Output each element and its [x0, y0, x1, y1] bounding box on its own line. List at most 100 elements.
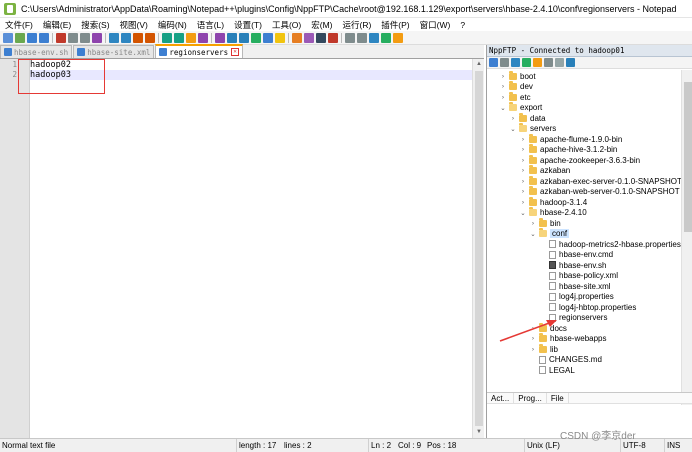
collapsed-chevron-icon[interactable]: ›	[509, 115, 517, 122]
tree-item-hbase-env-sh[interactable]: hbase-env.sh	[539, 260, 606, 271]
tree-item-apache-flume-1-9-0-bin[interactable]: › apache-flume-1.9.0-bin	[519, 133, 622, 145]
toolbar-button-icon[interactable]	[357, 32, 367, 43]
collapsed-chevron-icon[interactable]: ›	[529, 346, 537, 353]
tab-hbase-site-xml[interactable]: hbase-site.xml	[73, 45, 155, 58]
tree-item-hbase-env-cmd[interactable]: hbase-env.cmd	[539, 250, 613, 261]
collapsed-chevron-icon[interactable]: ›	[519, 188, 527, 195]
scrollbar-thumb[interactable]	[475, 71, 483, 426]
collapsed-chevron-icon[interactable]: ›	[499, 94, 507, 101]
tree-item-log4j-hbtop-properties[interactable]: log4j-hbtop.properties	[539, 302, 636, 313]
tree-item-log4j-properties[interactable]: log4j.properties	[539, 292, 614, 303]
menu-item-9[interactable]: 运行(R)	[337, 19, 376, 31]
tree-item-dev[interactable]: › dev	[499, 81, 533, 93]
collapsed-chevron-icon[interactable]: ›	[519, 146, 527, 153]
tree-item-legal[interactable]: LEGAL	[529, 365, 575, 376]
tree-item-servers[interactable]: ⌄ servers	[509, 123, 556, 135]
collapsed-chevron-icon[interactable]: ›	[519, 178, 527, 185]
tree-item-data[interactable]: › data	[509, 112, 546, 124]
toolbar-button-icon[interactable]	[133, 32, 143, 43]
toolbar-button-icon[interactable]	[3, 32, 13, 43]
toolbar-button-icon[interactable]	[121, 32, 131, 43]
tree-item-hadoop-metrics2-hbase-properties[interactable]: hadoop-metrics2-hbase.properties	[539, 239, 681, 250]
collapsed-chevron-icon[interactable]: ›	[499, 73, 507, 80]
toolbar-button-icon[interactable]	[292, 32, 302, 43]
toolbar-button-icon[interactable]	[162, 32, 172, 43]
collapsed-chevron-icon[interactable]: ›	[519, 199, 527, 206]
queue-column-header[interactable]: Prog...	[514, 393, 547, 403]
toolbar-button-icon[interactable]	[145, 32, 155, 43]
tree-item-hbase-2-4-10[interactable]: ⌄ hbase-2.4.10	[519, 207, 587, 219]
tree-item-apache-zookeeper-3-6-3-bin[interactable]: › apache-zookeeper-3.6.3-bin	[519, 154, 640, 166]
menu-item-10[interactable]: 插件(P)	[376, 19, 414, 31]
expanded-chevron-icon[interactable]: ⌄	[499, 104, 507, 112]
menu-item-0[interactable]: 文件(F)	[0, 19, 38, 31]
scroll-down-arrow-icon[interactable]: ▼	[475, 428, 483, 436]
toolbar-button-icon[interactable]	[39, 32, 49, 43]
collapsed-chevron-icon[interactable]: ›	[529, 220, 537, 227]
toolbar-button-icon[interactable]	[56, 32, 66, 43]
tree-item-azkaban-web-server-0-1-0-snapshot[interactable]: › azkaban-web-server-0.1.0-SNAPSHOT	[519, 186, 680, 198]
toolbar-button-icon[interactable]	[251, 32, 261, 43]
collapsed-chevron-icon[interactable]: ›	[499, 83, 507, 90]
scrollbar-thumb[interactable]	[684, 82, 692, 232]
tree-item-boot[interactable]: › boot	[499, 70, 536, 82]
expanded-chevron-icon[interactable]: ⌄	[509, 125, 517, 133]
toolbar-button-icon[interactable]	[239, 32, 249, 43]
collapsed-chevron-icon[interactable]: ›	[529, 335, 537, 342]
tree-item-apache-hive-3-1-2-bin[interactable]: › apache-hive-3.1.2-bin	[519, 144, 617, 156]
collapsed-chevron-icon[interactable]: ›	[519, 136, 527, 143]
queue-column-header[interactable]: File	[547, 393, 569, 403]
tree-item-export[interactable]: ⌄ export	[499, 102, 542, 114]
expanded-chevron-icon[interactable]: ⌄	[529, 230, 537, 238]
menu-item-4[interactable]: 编码(N)	[153, 19, 192, 31]
toolbar-button-icon[interactable]	[215, 32, 225, 43]
editor[interactable]: 12 hadoop02 hadoop03 ▲ ▼	[0, 59, 484, 438]
tree-item-hadoop-3-1-4[interactable]: › hadoop-3.1.4	[519, 196, 587, 208]
toolbar-button-icon[interactable]	[304, 32, 314, 43]
tree-item-regionservers[interactable]: regionservers	[539, 313, 607, 324]
menu-item-7[interactable]: 工具(O)	[267, 19, 306, 31]
tab-regionservers[interactable]: regionservers ✕	[155, 44, 244, 58]
toolbar-button-icon[interactable]	[27, 32, 37, 43]
tree-vertical-scrollbar[interactable]	[681, 70, 692, 405]
queue-column-header[interactable]: Act...	[487, 393, 515, 403]
toolbar-button-icon[interactable]	[328, 32, 338, 43]
panel-tool-icon[interactable]	[533, 58, 542, 67]
tree-item-etc[interactable]: › etc	[499, 91, 531, 103]
scroll-up-arrow-icon[interactable]: ▲	[475, 60, 483, 68]
panel-tool-icon[interactable]	[522, 58, 531, 67]
toolbar-button-icon[interactable]	[345, 32, 355, 43]
panel-tool-icon[interactable]	[544, 58, 553, 67]
toolbar-button-icon[interactable]	[174, 32, 184, 43]
toolbar-button-icon[interactable]	[15, 32, 25, 43]
collapsed-chevron-icon[interactable]: ›	[529, 325, 537, 332]
tree-item-conf[interactable]: ⌄ conf	[529, 228, 570, 240]
menu-item-12[interactable]: ?	[455, 20, 470, 30]
toolbar-button-icon[interactable]	[109, 32, 119, 43]
menu-item-2[interactable]: 搜索(S)	[76, 19, 114, 31]
menu-item-6[interactable]: 设置(T)	[229, 19, 267, 31]
toolbar-button-icon[interactable]	[80, 32, 90, 43]
tree-item-hbase-site-xml[interactable]: hbase-site.xml	[539, 281, 611, 292]
panel-tool-icon[interactable]	[511, 58, 520, 67]
collapsed-chevron-icon[interactable]: ›	[519, 157, 527, 164]
menu-item-8[interactable]: 宏(M)	[306, 19, 337, 31]
toolbar-button-icon[interactable]	[227, 32, 237, 43]
toolbar-button-icon[interactable]	[381, 32, 391, 43]
toolbar-button-icon[interactable]	[198, 32, 208, 43]
menu-item-11[interactable]: 窗口(W)	[415, 19, 456, 31]
collapsed-chevron-icon[interactable]: ›	[519, 167, 527, 174]
panel-tool-icon[interactable]	[566, 58, 575, 67]
toolbar-button-icon[interactable]	[369, 32, 379, 43]
toolbar-button-icon[interactable]	[263, 32, 273, 43]
toolbar-button-icon[interactable]	[275, 32, 285, 43]
tree-item-azkaban-exec-server-0-1-0-snapshot[interactable]: › azkaban-exec-server-0.1.0-SNAPSHOT	[519, 175, 681, 187]
menu-item-5[interactable]: 语言(L)	[192, 19, 229, 31]
code-area[interactable]: hadoop02 hadoop03	[30, 59, 472, 438]
editor-vertical-scrollbar[interactable]: ▲ ▼	[472, 59, 484, 438]
expanded-chevron-icon[interactable]: ⌄	[519, 209, 527, 217]
tab-close-icon[interactable]: ✕	[231, 48, 240, 56]
toolbar-button-icon[interactable]	[186, 32, 196, 43]
tree-item-bin[interactable]: › bin	[529, 217, 561, 229]
tree-item-docs[interactable]: › docs	[529, 322, 567, 334]
